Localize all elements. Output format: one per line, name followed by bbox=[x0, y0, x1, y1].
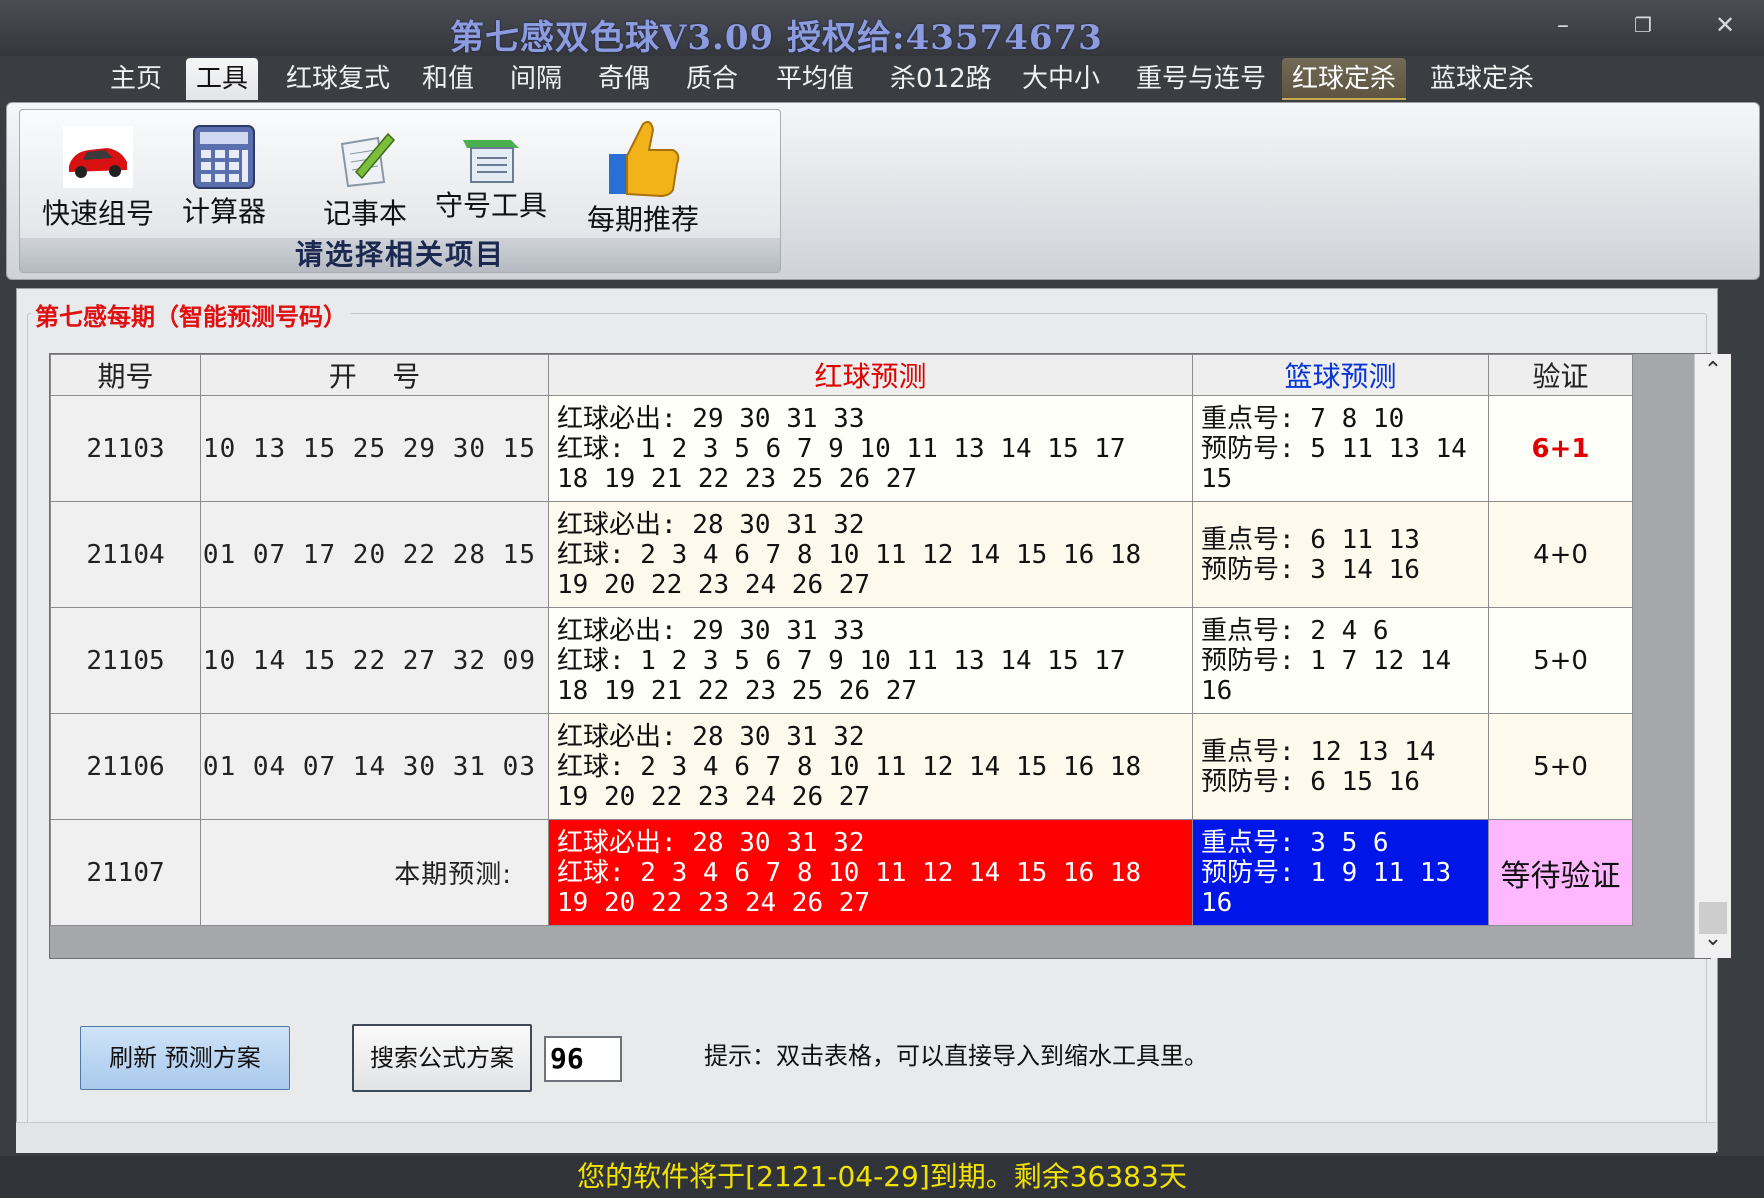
cell-open-numbers[interactable]: 01 07 17 20 22 28 15 bbox=[200, 501, 549, 608]
recommendation-button[interactable]: 每期推荐 bbox=[568, 114, 718, 238]
cell-open-numbers[interactable]: 10 14 15 22 27 32 09 bbox=[200, 607, 549, 714]
minimize-button[interactable]: – bbox=[1548, 12, 1578, 38]
cell-issue[interactable]: 21107 bbox=[50, 819, 201, 926]
cell-blue-prediction[interactable]: 重点号: 6 11 13 预防号: 3 14 16 bbox=[1192, 501, 1489, 608]
cell-blue-prediction[interactable]: 重点号: 7 8 10 预防号: 5 11 13 14 15 bbox=[1192, 395, 1489, 502]
menu-tabs: 主页 工具 红球复式 和值 间隔 奇偶 质合 平均值 杀012路 大中小 重号与… bbox=[0, 56, 1764, 102]
panel-heading: 第七感每期（智能预测号码） bbox=[31, 297, 351, 332]
refresh-prediction-button[interactable]: 刷新 预测方案 bbox=[80, 1026, 290, 1090]
tab-blue-kill[interactable]: 蓝球定杀 bbox=[1420, 58, 1544, 100]
header-verify[interactable]: 验证 bbox=[1488, 354, 1633, 396]
red-car-icon bbox=[63, 126, 133, 188]
header-blue-prediction[interactable]: 篮球预测 bbox=[1192, 354, 1489, 396]
tab-red-compound[interactable]: 红球复式 bbox=[276, 58, 400, 100]
panel-footer bbox=[16, 1122, 1716, 1153]
recommendation-label: 每期推荐 bbox=[586, 203, 699, 236]
cell-blue-prediction-current[interactable]: 重点号: 3 5 6 预防号: 1 9 11 13 16 bbox=[1192, 819, 1489, 926]
hint-text: 提示：双击表格，可以直接导入到缩水工具里。 bbox=[704, 1042, 1208, 1070]
license-status-bar: 您的软件将于[2121-04-29]到期。剩余36383天 bbox=[0, 1156, 1764, 1198]
cell-verify[interactable]: 4+0 bbox=[1488, 501, 1633, 608]
cell-red-prediction-current[interactable]: 红球必出: 28 30 31 32 红球: 2 3 4 6 7 8 10 11 … bbox=[548, 819, 1193, 926]
cell-issue[interactable]: 21103 bbox=[50, 395, 201, 502]
maximize-button[interactable]: ❐ bbox=[1628, 12, 1658, 38]
formula-number-input[interactable]: 96 bbox=[544, 1036, 622, 1082]
calculator-icon bbox=[192, 124, 256, 190]
quick-combo-label: 快速组号 bbox=[41, 197, 154, 230]
ribbon-group-label: 请选择相关项目 bbox=[20, 238, 780, 272]
prediction-table[interactable]: 期号 开 号 红球预测 篮球预测 验证 21103 10 13 15 25 29… bbox=[50, 354, 1633, 926]
table-row[interactable]: 21103 10 13 15 25 29 30 15 红球必出: 29 30 3… bbox=[50, 395, 1633, 502]
tab-kill-012[interactable]: 杀012路 bbox=[880, 58, 1002, 100]
ribbon-group: 快速组号 计算器 记事本 守号工具 每期推荐 请选择相关项目 bbox=[19, 109, 781, 273]
tab-average[interactable]: 平均值 bbox=[766, 58, 864, 100]
tab-repeat-consecutive[interactable]: 重号与连号 bbox=[1126, 58, 1276, 100]
tab-home[interactable]: 主页 bbox=[100, 58, 172, 100]
header-issue[interactable]: 期号 bbox=[50, 354, 201, 396]
cell-red-prediction[interactable]: 红球必出: 28 30 31 32 红球: 2 3 4 6 7 8 10 11 … bbox=[548, 501, 1193, 608]
cell-open-numbers[interactable]: 01 04 07 14 30 31 03 bbox=[200, 713, 549, 820]
calculator-label: 计算器 bbox=[181, 195, 266, 228]
table-row[interactable]: 21105 10 14 15 22 27 32 09 红球必出: 29 30 3… bbox=[50, 607, 1633, 714]
cell-issue[interactable]: 21106 bbox=[50, 713, 201, 820]
tab-size[interactable]: 大中小 bbox=[1012, 58, 1110, 100]
vertical-scrollbar[interactable]: ⌃ ⌄ bbox=[1694, 354, 1731, 958]
cell-red-prediction[interactable]: 红球必出: 29 30 31 33 红球: 1 2 3 5 6 7 9 10 1… bbox=[548, 607, 1193, 714]
cell-red-prediction[interactable]: 红球必出: 29 30 31 33 红球: 1 2 3 5 6 7 9 10 1… bbox=[548, 395, 1193, 502]
cell-verify[interactable]: 5+0 bbox=[1488, 713, 1633, 820]
scroll-up-icon[interactable]: ⌃ bbox=[1695, 358, 1731, 383]
keep-number-tool-label: 守号工具 bbox=[434, 189, 547, 222]
scroll-down-icon[interactable]: ⌄ bbox=[1695, 926, 1731, 951]
calculator-button[interactable]: 计算器 bbox=[174, 124, 274, 230]
table-row[interactable]: 21104 01 07 17 20 22 28 15 红球必出: 28 30 3… bbox=[50, 501, 1633, 608]
tab-sum[interactable]: 和值 bbox=[412, 58, 484, 100]
cell-open-numbers[interactable]: 10 13 15 25 29 30 15 bbox=[200, 395, 549, 502]
cell-verify[interactable]: 5+0 bbox=[1488, 607, 1633, 714]
cell-verify[interactable]: 6+1 bbox=[1488, 395, 1633, 502]
cell-blue-prediction[interactable]: 重点号: 2 4 6 预防号: 1 7 12 14 16 bbox=[1192, 607, 1489, 714]
thumbs-up-icon bbox=[603, 114, 683, 200]
tab-interval[interactable]: 间隔 bbox=[500, 58, 572, 100]
table-row[interactable]: 21106 01 04 07 14 30 31 03 红球必出: 28 30 3… bbox=[50, 713, 1633, 820]
cell-issue[interactable]: 21104 bbox=[50, 501, 201, 608]
quick-combo-button[interactable]: 快速组号 bbox=[40, 126, 156, 232]
title-bar: 第七感双色球V3.09 授权给:43574673 – ❐ ✕ bbox=[0, 0, 1764, 58]
tab-red-kill[interactable]: 红球定杀 bbox=[1282, 58, 1407, 100]
prediction-panel: 第七感每期（智能预测号码） 期号 开 号 红球预测 篮球预测 验证 21103 … bbox=[16, 288, 1731, 1152]
cell-verify-waiting[interactable]: 等待验证 bbox=[1488, 819, 1633, 926]
header-open[interactable]: 开 号 bbox=[200, 354, 549, 396]
cell-current-prediction-label[interactable]: 本期预测: bbox=[200, 819, 549, 926]
cell-red-prediction[interactable]: 红球必出: 28 30 31 32 红球: 2 3 4 6 7 8 10 11 … bbox=[548, 713, 1193, 820]
close-button[interactable]: ✕ bbox=[1710, 12, 1740, 38]
green-document-icon bbox=[459, 134, 523, 184]
table-header: 期号 开 号 红球预测 篮球预测 验证 bbox=[50, 354, 1633, 396]
tab-odd-even[interactable]: 奇偶 bbox=[588, 58, 660, 100]
ribbon-panel: 快速组号 计算器 记事本 守号工具 每期推荐 请选择相关项目 bbox=[6, 102, 1760, 280]
keep-number-tool-button[interactable]: 守号工具 bbox=[430, 134, 552, 224]
cell-issue[interactable]: 21105 bbox=[50, 607, 201, 714]
notepad-pen-icon bbox=[334, 128, 396, 190]
notepad-label: 记事本 bbox=[322, 197, 407, 230]
notepad-button[interactable]: 记事本 bbox=[310, 128, 420, 232]
tab-tools[interactable]: 工具 bbox=[186, 58, 259, 100]
window-title: 第七感双色球V3.09 授权给:43574673 bbox=[450, 18, 1103, 58]
prediction-grid[interactable]: 期号 开 号 红球预测 篮球预测 验证 21103 10 13 15 25 29… bbox=[49, 353, 1731, 959]
tab-prime-composite[interactable]: 质合 bbox=[676, 58, 748, 100]
header-red-prediction[interactable]: 红球预测 bbox=[548, 354, 1193, 396]
cell-blue-prediction[interactable]: 重点号: 12 13 14 预防号: 6 15 16 bbox=[1192, 713, 1489, 820]
search-formula-button[interactable]: 搜索公式方案 bbox=[352, 1024, 532, 1092]
table-row-current[interactable]: 21107 本期预测: 红球必出: 28 30 31 32 红球: 2 3 4 … bbox=[50, 819, 1633, 926]
